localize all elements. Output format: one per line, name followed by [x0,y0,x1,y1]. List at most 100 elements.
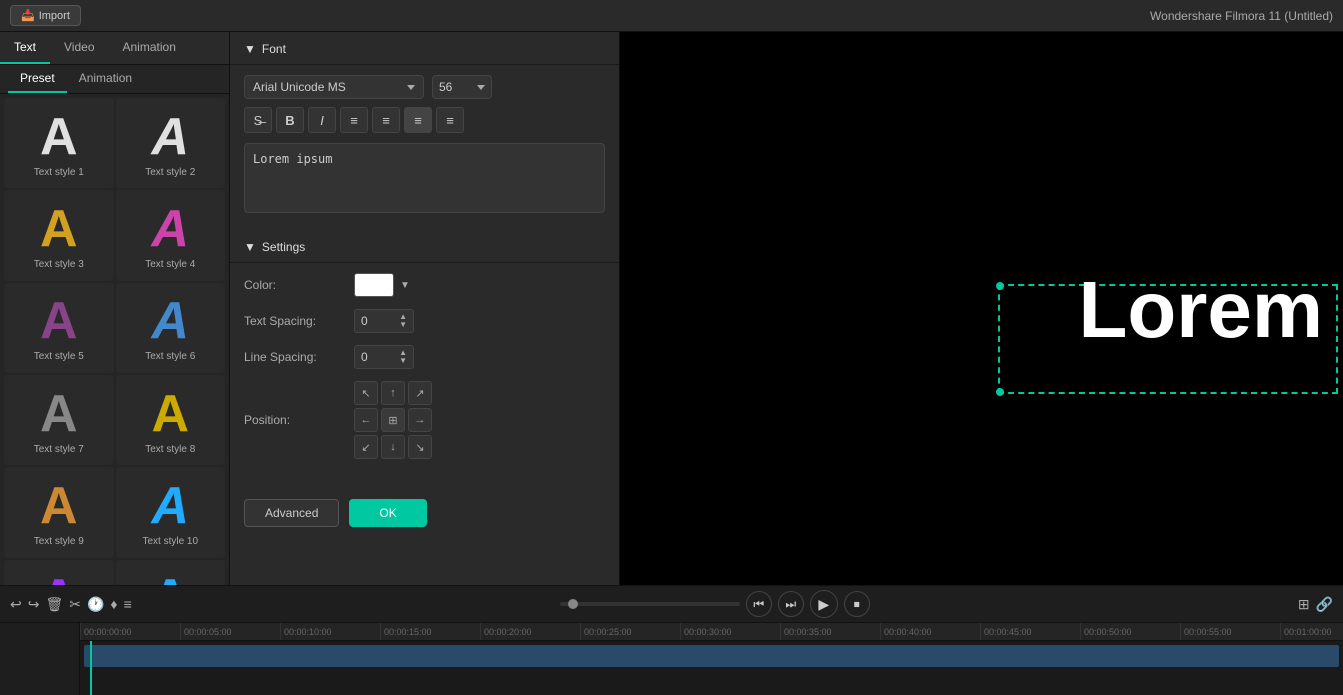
style-label-8: Text style 8 [145,444,195,455]
add-track-button[interactable]: ⊞ [1298,596,1310,613]
skip-back-button[interactable]: ⏮ [746,591,772,617]
text-spacing-spinners: ▲ ▼ [399,313,407,329]
style-item-7[interactable]: AText style 7 [4,375,114,465]
style-grid: AText style 1AText style 2AText style 3A… [0,94,229,654]
style-item-6[interactable]: AText style 6 [116,283,226,373]
line-spacing-spinners: ▲ ▼ [399,349,407,365]
tab-video[interactable]: Video [50,32,108,64]
style-item-3[interactable]: AText style 3 [4,190,114,280]
format-strikethrough-button[interactable]: S̶ [244,107,272,133]
format-align-right-button[interactable]: ≡ [404,107,432,133]
style-item-9[interactable]: AText style 9 [4,467,114,557]
ruler-mark-4: 00:00:20:00 [480,623,580,640]
pos-middle-right[interactable]: → [408,408,432,432]
action-bar: Advanced OK [230,489,619,537]
style-label-6: Text style 6 [145,351,195,362]
line-spacing-row: Line Spacing: 0 ▲ ▼ [244,345,605,369]
format-align-center-button[interactable]: ≡ [372,107,400,133]
pos-middle-left[interactable]: ← [354,408,378,432]
timeline-toolbar: ↩ ↪ 🗑 ✂ 🕐 ♦ ≡ ⏮ ⏭ ▶ ⏹ ⊞ 🔗 [0,586,1343,623]
timeline: ↩ ↪ 🗑 ✂ 🕐 ♦ ≡ ⏮ ⏭ ▶ ⏹ ⊞ 🔗 00:00:00:0000:… [0,585,1343,695]
pos-bottom-center[interactable]: ↓ [381,435,405,459]
format-bold-button[interactable]: B [276,107,304,133]
tab-text[interactable]: Text [0,32,50,64]
font-select-arrow [407,85,415,90]
pos-top-center[interactable]: ↑ [381,381,405,405]
track-clip[interactable] [84,645,1339,667]
tab-animation-top[interactable]: Animation [109,32,190,64]
ruler-mark-0: 00:00:00:00 [80,623,180,640]
style-item-1[interactable]: A Text style 1 [4,98,114,188]
color-preview[interactable] [354,273,394,297]
style-letter-9: A [40,480,78,532]
style-letter-1: A [40,111,78,163]
delete-button[interactable]: 🗑 [45,596,63,613]
top-bar: 📥 Import Wondershare Filmora 11 (Untitle… [0,0,1343,32]
handle-top-left[interactable] [996,282,1004,290]
step-back-button[interactable]: ⏭ [778,591,804,617]
text-spacing-input[interactable]: 0 ▲ ▼ [354,309,414,333]
style-item-5[interactable]: AText style 5 [4,283,114,373]
font-section-header[interactable]: ▼ Font [230,32,619,65]
line-spacing-down[interactable]: ▼ [399,357,407,365]
pos-bottom-left[interactable]: ↙ [354,435,378,459]
handle-bottom-left[interactable] [996,388,1004,396]
ruler-mark-5: 00:00:25:00 [580,623,680,640]
settings-section-title: Settings [262,240,305,254]
pos-bottom-right[interactable]: ↘ [408,435,432,459]
format-italic-button[interactable]: I [308,107,336,133]
style-item-2[interactable]: AText style 2 [116,98,226,188]
bookmark-button[interactable]: ♦ [110,596,117,612]
color-row: Color: ▼ [244,273,605,297]
format-align-left-button[interactable]: ≡ [340,107,368,133]
progress-handle[interactable] [568,599,578,609]
undo-button[interactable]: ↩ [10,596,22,613]
line-spacing-input[interactable]: 0 ▲ ▼ [354,345,414,369]
ok-button[interactable]: OK [349,499,426,527]
ruler-mark-9: 00:00:45:00 [980,623,1080,640]
import-button[interactable]: 📥 Import [10,5,81,26]
color-dropdown-arrow[interactable]: ▼ [400,280,410,291]
font-name-row: Arial Unicode MS 56 [244,75,605,99]
list-button[interactable]: ≡ [124,596,132,612]
advanced-button[interactable]: Advanced [244,499,339,527]
ruler-mark-2: 00:00:10:00 [280,623,380,640]
redo-button[interactable]: ↪ [28,596,40,613]
ruler-mark-11: 00:00:55:00 [1180,623,1280,640]
text-spacing-down[interactable]: ▼ [399,321,407,329]
track-labels [0,623,80,695]
font-size-input[interactable]: 56 [432,75,492,99]
ruler-mark-1: 00:00:05:00 [180,623,280,640]
style-letter-10: A [151,480,189,532]
style-item-10[interactable]: AText style 10 [116,467,226,557]
color-label: Color: [244,278,354,292]
style-label-4: Text style 4 [145,259,195,270]
playhead[interactable] [90,641,92,695]
import-icon: 📥 [21,9,35,22]
format-justify-button[interactable]: ≡ [436,107,464,133]
style-item-4[interactable]: AText style 4 [116,190,226,280]
settings-chevron-icon: ▼ [244,240,256,254]
style-label-1: Text style 1 [34,167,84,178]
clock-button[interactable]: 🕐 [87,596,104,613]
style-letter-2: A [151,111,189,163]
play-button[interactable]: ▶ [810,590,838,618]
timeline-ruler: 00:00:00:0000:00:05:0000:00:10:0000:00:1… [80,623,1343,641]
position-row: Position: ↖ ↑ ↗ ← ⊞ → ↙ ↓ ↘ [244,381,605,459]
font-select[interactable]: Arial Unicode MS [244,75,424,99]
tab-animation-sub[interactable]: Animation [67,65,144,93]
pos-top-right[interactable]: ↗ [408,381,432,405]
ruler-mark-3: 00:00:15:00 [380,623,480,640]
text-content-area[interactable]: Lorem ipsum [244,143,605,213]
pos-middle-center[interactable]: ⊞ [381,408,405,432]
tab-preset[interactable]: Preset [8,65,67,93]
link-button[interactable]: 🔗 [1316,596,1333,613]
style-item-8[interactable]: AText style 8 [116,375,226,465]
settings-section-header[interactable]: ▼ Settings [230,230,619,263]
style-letter-5: A [40,295,78,347]
position-grid: ↖ ↑ ↗ ← ⊞ → ↙ ↓ ↘ [354,381,432,459]
pos-top-left[interactable]: ↖ [354,381,378,405]
stop-button[interactable]: ⏹ [844,591,870,617]
cut-button[interactable]: ✂ [69,596,81,613]
progress-bar[interactable] [560,602,740,606]
